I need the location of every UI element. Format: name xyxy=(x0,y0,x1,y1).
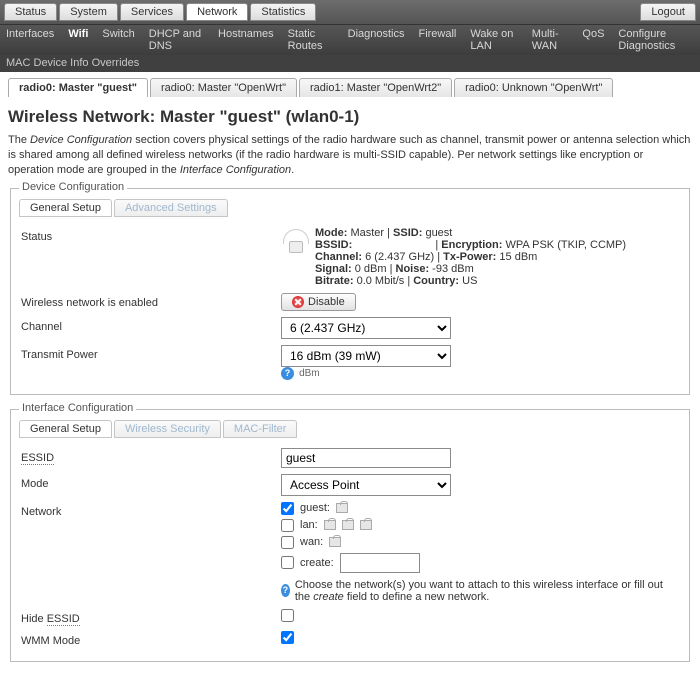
wmm-label: WMM Mode xyxy=(21,631,281,647)
txpower-select[interactable]: 16 dBm (39 mW) xyxy=(281,345,451,367)
subtab-multiwan[interactable]: Multi-WAN xyxy=(532,28,569,52)
status-text: Mode: Master | SSID: guest BSSID: | Encr… xyxy=(315,227,626,287)
subtab-diagnostics[interactable]: Diagnostics xyxy=(348,28,405,52)
subtab-wifi[interactable]: Wifi xyxy=(68,28,88,52)
iface-tab-1[interactable]: radio0: Master "OpenWrt" xyxy=(150,78,297,97)
devtab-advanced[interactable]: Advanced Settings xyxy=(114,199,228,217)
tab-network[interactable]: Network xyxy=(186,3,248,21)
mode-label: Mode xyxy=(21,474,281,490)
subtab-hostnames[interactable]: Hostnames xyxy=(218,28,274,52)
subtab-static-routes[interactable]: Static Routes xyxy=(288,28,334,52)
devtab-general[interactable]: General Setup xyxy=(19,199,112,217)
channel-label: Channel xyxy=(21,317,281,333)
net-wan-cb[interactable] xyxy=(281,536,294,549)
channel-select[interactable]: 6 (2.437 GHz) xyxy=(281,317,451,339)
tab-status[interactable]: Status xyxy=(4,3,57,21)
iface-tab-0[interactable]: radio0: Master "guest" xyxy=(8,78,148,97)
subtab-firewall[interactable]: Firewall xyxy=(418,28,456,52)
disable-icon xyxy=(292,296,304,308)
subtab-qos[interactable]: QoS xyxy=(582,28,604,52)
subtab-switch[interactable]: Switch xyxy=(102,28,134,52)
net-lan-cb[interactable] xyxy=(281,519,294,532)
page-title: Wireless Network: Master "guest" (wlan0-… xyxy=(8,107,692,127)
iftab-security[interactable]: Wireless Security xyxy=(114,420,221,438)
iftab-macfilter[interactable]: MAC-Filter xyxy=(223,420,298,438)
sub-nav: Interfaces Wifi Switch DHCP and DNS Host… xyxy=(0,25,700,55)
net-icon xyxy=(336,503,348,513)
wmm-cb[interactable] xyxy=(281,631,294,644)
net-guest-cb[interactable] xyxy=(281,502,294,515)
iface-tab-3[interactable]: radio0: Unknown "OpenWrt" xyxy=(454,78,613,97)
disable-button[interactable]: Disable xyxy=(281,293,356,311)
network-label: Network xyxy=(21,502,281,518)
tab-services[interactable]: Services xyxy=(120,3,184,21)
logout-button[interactable]: Logout xyxy=(640,3,696,21)
iftab-general[interactable]: General Setup xyxy=(19,420,112,438)
sub-nav-2[interactable]: MAC Device Info Overrides xyxy=(0,55,700,72)
subtab-interfaces[interactable]: Interfaces xyxy=(6,28,54,52)
hide-essid-label: Hide ESSID xyxy=(21,609,281,625)
subtab-cfgdiag[interactable]: Configure Diagnostics xyxy=(618,28,694,52)
txpower-unit: dBm xyxy=(299,368,320,379)
iface-tab-2[interactable]: radio1: Master "OpenWrt2" xyxy=(299,78,452,97)
network-list: guest: lan: wan: create: ? Choose the ne… xyxy=(281,502,679,603)
essid-label: ESSID xyxy=(21,452,54,465)
mode-select[interactable]: Access Point xyxy=(281,474,451,496)
tab-statistics[interactable]: Statistics xyxy=(250,3,316,21)
network-note: Choose the network(s) you want to attach… xyxy=(295,579,679,603)
enabled-label: Wireless network is enabled xyxy=(21,293,281,309)
net-create-input[interactable] xyxy=(340,553,420,573)
subtab-wol[interactable]: Wake on LAN xyxy=(470,28,517,52)
txpower-label: Transmit Power xyxy=(21,345,281,361)
page-description: The Device Configuration section covers … xyxy=(8,133,692,178)
help-icon[interactable]: ? xyxy=(281,584,290,597)
essid-input[interactable] xyxy=(281,448,451,468)
net-icon xyxy=(342,520,354,530)
iface-tabs: radio0: Master "guest" radio0: Master "O… xyxy=(8,78,692,97)
help-icon[interactable]: ? xyxy=(281,367,294,380)
interface-config-legend: Interface Configuration xyxy=(19,402,136,414)
net-icon xyxy=(324,520,336,530)
status-label: Status xyxy=(21,227,281,243)
net-create-cb[interactable] xyxy=(281,556,294,569)
subtab-dhcp[interactable]: DHCP and DNS xyxy=(149,28,204,52)
signal-icon xyxy=(281,227,309,255)
device-config-legend: Device Configuration xyxy=(19,181,127,193)
top-nav: Status System Services Network Statistic… xyxy=(0,0,700,25)
tab-system[interactable]: System xyxy=(59,3,118,21)
hide-essid-cb[interactable] xyxy=(281,609,294,622)
device-config: Device Configuration General Setup Advan… xyxy=(10,188,690,395)
net-icon xyxy=(360,520,372,530)
interface-config: Interface Configuration General Setup Wi… xyxy=(10,409,690,662)
net-icon xyxy=(329,537,341,547)
